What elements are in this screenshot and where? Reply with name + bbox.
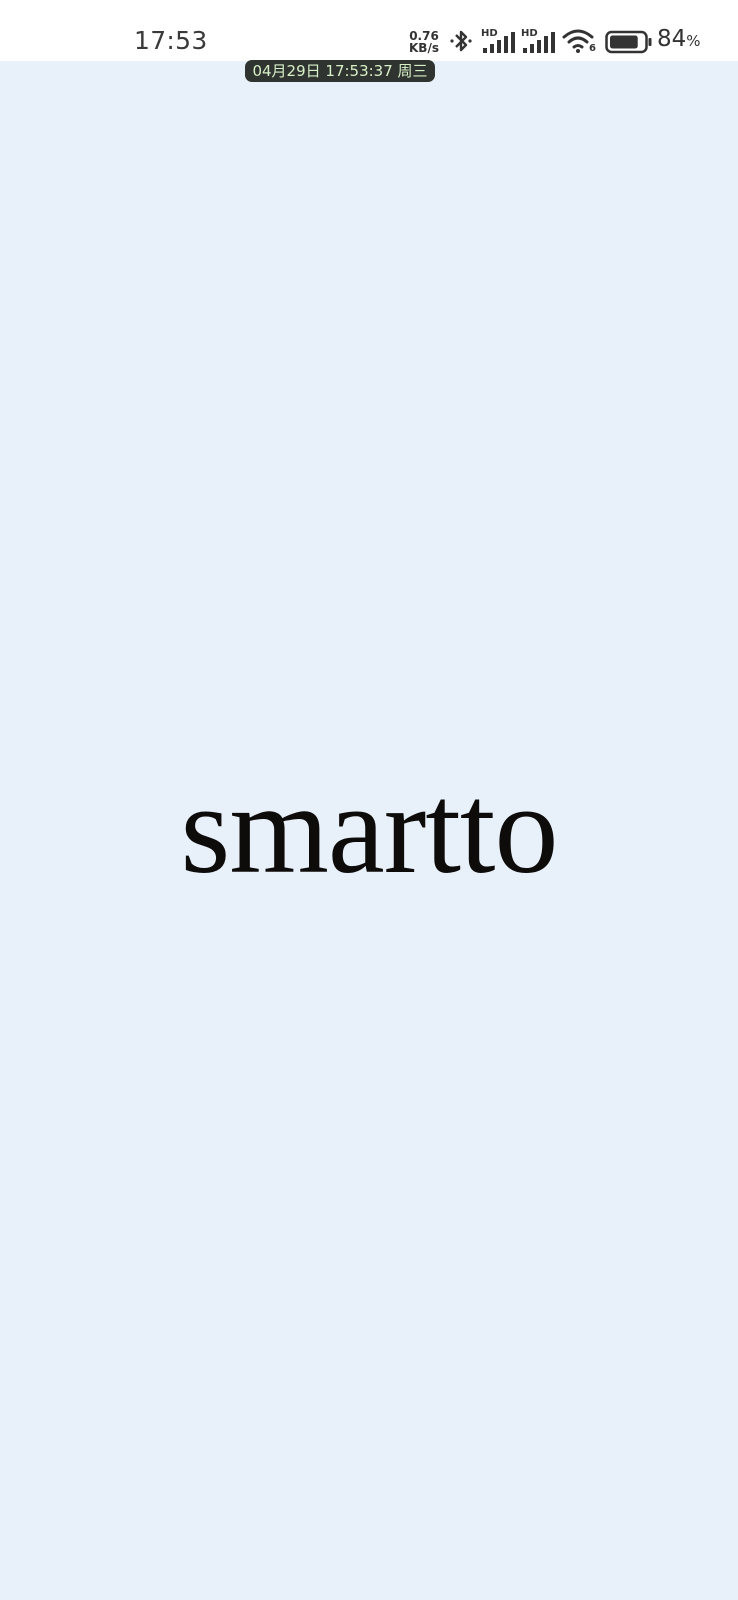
battery-percentage-value: 84: [657, 26, 687, 52]
status-time: 17:53: [134, 26, 208, 55]
network-speed-unit: KB/s: [409, 41, 439, 55]
cellular-signal-2: HD: [521, 28, 557, 56]
splash-screen: smartto: [0, 765, 738, 893]
status-bar: 17:53 0.76 KB/s HD HD 6 84%: [0, 0, 738, 61]
bluetooth-icon: [450, 30, 472, 52]
wifi-badge: 6: [589, 43, 596, 54]
cellular-signal-1: HD: [481, 28, 517, 56]
wifi-indicator: 6: [562, 28, 598, 56]
battery-percentage-unit: %: [686, 32, 701, 50]
app-logo: smartto: [180, 758, 559, 900]
signal-bars-icon: [523, 32, 555, 53]
date-time-overlay: 04月29日 17:53:37 周三: [245, 60, 435, 82]
network-speed: 0.76 KB/s: [407, 30, 441, 54]
battery-icon: [605, 30, 652, 54]
signal-bars-icon: [483, 32, 515, 53]
battery-percentage: 84%: [657, 26, 701, 52]
